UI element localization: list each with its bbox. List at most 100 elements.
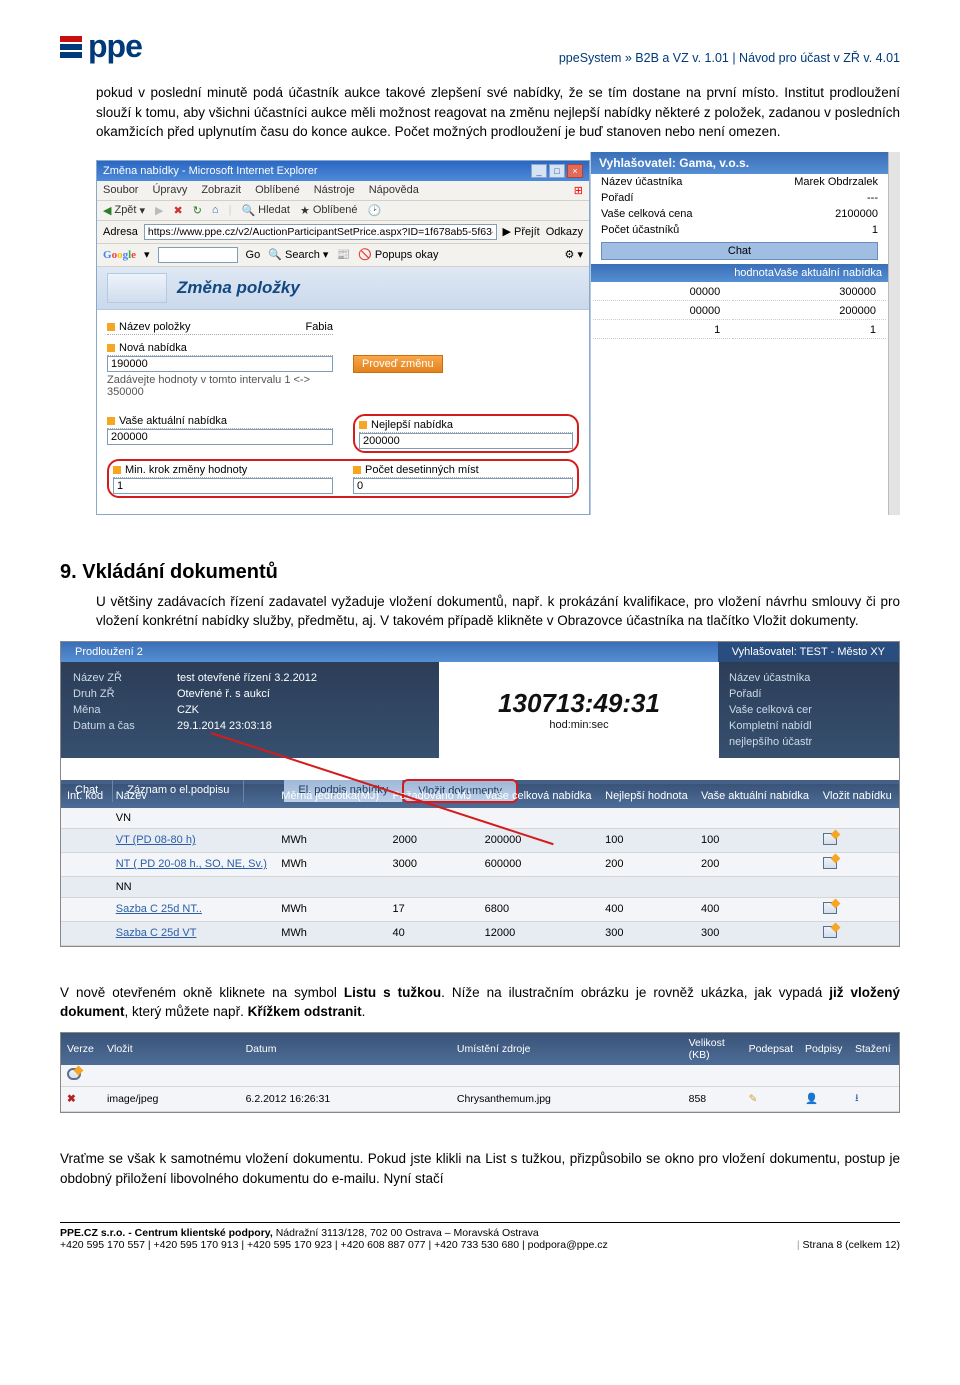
best-bid-input (359, 433, 573, 449)
ie-window: Změna nabídky - Microsoft Internet Explo… (96, 160, 590, 515)
header-breadcrumb: ppeSystem » B2B a VZ v. 1.01 | Návod pro… (60, 51, 900, 65)
google-search-input[interactable] (158, 247, 238, 263)
menu-zobrazit[interactable]: Zobrazit (201, 184, 241, 197)
item-link[interactable]: NT ( PD 20-08 h., SO, NE, Sv.) (116, 858, 267, 870)
home-icon[interactable]: ⌂ (212, 204, 219, 216)
signatures-icon[interactable]: 👤 (805, 1093, 818, 1105)
edit-bid-icon[interactable] (823, 902, 837, 914)
druh-value: Otevřené ř. s aukcí (177, 688, 270, 700)
history-icon[interactable]: 🕑 (367, 204, 381, 217)
nazev-ucast-value: Marek Obdrzalek (794, 176, 878, 188)
stop-icon[interactable]: ✖ (173, 204, 182, 217)
item-link[interactable]: VT (PD 08-80 h) (116, 834, 196, 846)
doc-format: image/jpeg (101, 1086, 240, 1111)
table-row: NT ( PD 20-08 h., SO, NE, Sv.)MWh3000600… (61, 852, 899, 876)
change-item-banner: Změna položky (97, 267, 589, 310)
cena-label: Vaše celková cena (601, 208, 693, 220)
scrollbar[interactable] (888, 152, 900, 515)
footer-company: PPE.CZ s.r.o. - Centrum klientské podpor… (60, 1227, 276, 1239)
tab-prodlouzeni[interactable]: Prodloužení 2 (61, 642, 157, 662)
item-link[interactable]: Sazba C 25d NT.. (116, 903, 202, 915)
page-number: Strana 8 (celkem 12) (803, 1239, 900, 1251)
th-velikost: Velikost (KB) (683, 1033, 743, 1065)
field-nova-label: Nová nabídka (119, 342, 187, 354)
pocet-label: Počet účastníků (601, 224, 679, 236)
address-label: Adresa (103, 226, 138, 238)
cena-value: 2100000 (835, 208, 878, 220)
bid-cell: 300000 (732, 284, 886, 301)
links-label[interactable]: Odkazy (546, 226, 583, 238)
google-news-icon[interactable]: 📰 (336, 248, 350, 261)
change-item-form: Název položky Fabia Nová nabídka Zadávej… (97, 310, 589, 514)
edit-bid-icon[interactable] (823, 857, 837, 869)
item-link[interactable]: Sazba C 25d VT (116, 927, 197, 939)
menu-oblibene[interactable]: Oblíbené (255, 184, 300, 197)
chat-button[interactable]: Chat (601, 242, 878, 260)
table-row: VT (PD 08-80 h)MWh2000200000100100 (61, 828, 899, 852)
r-cena: Vaše celková cer (729, 702, 889, 718)
ie-window-title: Změna nabídky - Microsoft Internet Explo… (103, 165, 318, 177)
bid-cell: 1 (732, 322, 886, 339)
your-bid-input (107, 429, 333, 445)
menu-soubor[interactable]: Soubor (103, 184, 138, 197)
change-item-title: Změna položky (177, 278, 300, 298)
menu-napoveda[interactable]: Nápověda (369, 184, 419, 197)
vyhlasovatel-bar: Vyhlašovatel: Gama, v.o.s. (591, 152, 888, 174)
th-podpisy: Podpisy (799, 1033, 849, 1065)
download-icon[interactable]: ⭳ (855, 1092, 859, 1104)
mena-value: CZK (177, 704, 199, 716)
google-logo-icon: Google (103, 249, 136, 261)
logo-text: ppe (88, 28, 142, 65)
google-popups[interactable]: 🚫 Popups okay (358, 248, 438, 261)
info-right: Název účastníka Pořadí Vaše celková cer … (719, 662, 899, 758)
windows-flag-icon: ⊞ (574, 184, 583, 197)
th-umisteni: Umístění zdroje (451, 1033, 683, 1065)
documents-panel: Verze Vložit Datum Umístění zdroje Velik… (60, 1032, 900, 1113)
menu-upravy[interactable]: Úpravy (152, 184, 187, 197)
minimize-icon[interactable]: _ (531, 164, 547, 178)
countdown: 130713:49:31 hod:min:sec (439, 662, 719, 758)
footer-address: Nádražní 3113/128, 702 00 Ostrava – Mora… (276, 1227, 539, 1239)
datum-label: Datum a čas (73, 720, 163, 732)
mena-label: Měna (73, 704, 163, 716)
countdown-time: 130713:49:31 (498, 688, 660, 719)
google-options-icon[interactable]: ⚙ ▾ (565, 248, 583, 261)
back-button[interactable]: ◀ Zpět ▾ (103, 204, 145, 217)
th-verze: Verze (61, 1033, 101, 1065)
bid-table-header: hodnotaVaše aktuální nabídka (591, 264, 888, 282)
google-search[interactable]: 🔍 Search ▾ (268, 248, 328, 261)
poradi-label: Pořadí (601, 192, 633, 204)
logo-bars-icon (60, 36, 82, 58)
google-go[interactable]: Go (246, 249, 261, 261)
r-poradi: Pořadí (729, 686, 889, 702)
table-row: Sazba C 25d NT..MWh176800400400 (61, 897, 899, 921)
ie-titlebar: Změna nabídky - Microsoft Internet Explo… (97, 161, 589, 181)
paragraph-list-tuzka: V nově otevřeném okně kliknete na symbol… (60, 983, 900, 1022)
r-nazev-ucast: Název účastníka (729, 670, 889, 686)
forward-button[interactable]: ▶ (155, 204, 163, 217)
go-button[interactable]: ▶ Přejít (503, 225, 540, 238)
close-icon[interactable]: × (567, 164, 583, 178)
table-row: Sazba C 25d VTMWh4012000300300 (61, 921, 899, 945)
nazev-zr-value: test otevřené řízení 3.2.2012 (177, 672, 317, 684)
menu-nastroje[interactable]: Nástroje (314, 184, 355, 197)
delete-icon[interactable]: ✖ (67, 1093, 76, 1105)
pocet-value: 1 (872, 224, 878, 236)
submit-change-button[interactable]: Proveď změnu (353, 355, 443, 373)
druh-label: Druh ZŘ (73, 688, 163, 700)
bid-cell: 00000 (593, 284, 730, 301)
address-input[interactable] (144, 224, 497, 240)
new-doc-icon[interactable] (67, 1068, 81, 1080)
edit-bid-icon[interactable] (823, 833, 837, 845)
interval-hint: Zadávejte hodnoty v tomto intervalu 1 <-… (107, 374, 333, 398)
maximize-icon[interactable]: □ (549, 164, 565, 178)
edit-bid-icon[interactable] (823, 926, 837, 938)
refresh-icon[interactable]: ↻ (193, 204, 202, 217)
th-stazeni: Stažení (849, 1033, 899, 1065)
ie-addressbar: Adresa ▶ Přejít Odkazy (97, 221, 589, 244)
new-bid-input[interactable] (107, 356, 333, 372)
search-button[interactable]: 🔍 Hledat (241, 204, 290, 217)
sign-icon[interactable]: ✎ (749, 1093, 758, 1105)
favorites-button[interactable]: ★ Oblíbené (300, 204, 358, 217)
countdown-units: hod:min:sec (549, 719, 608, 731)
